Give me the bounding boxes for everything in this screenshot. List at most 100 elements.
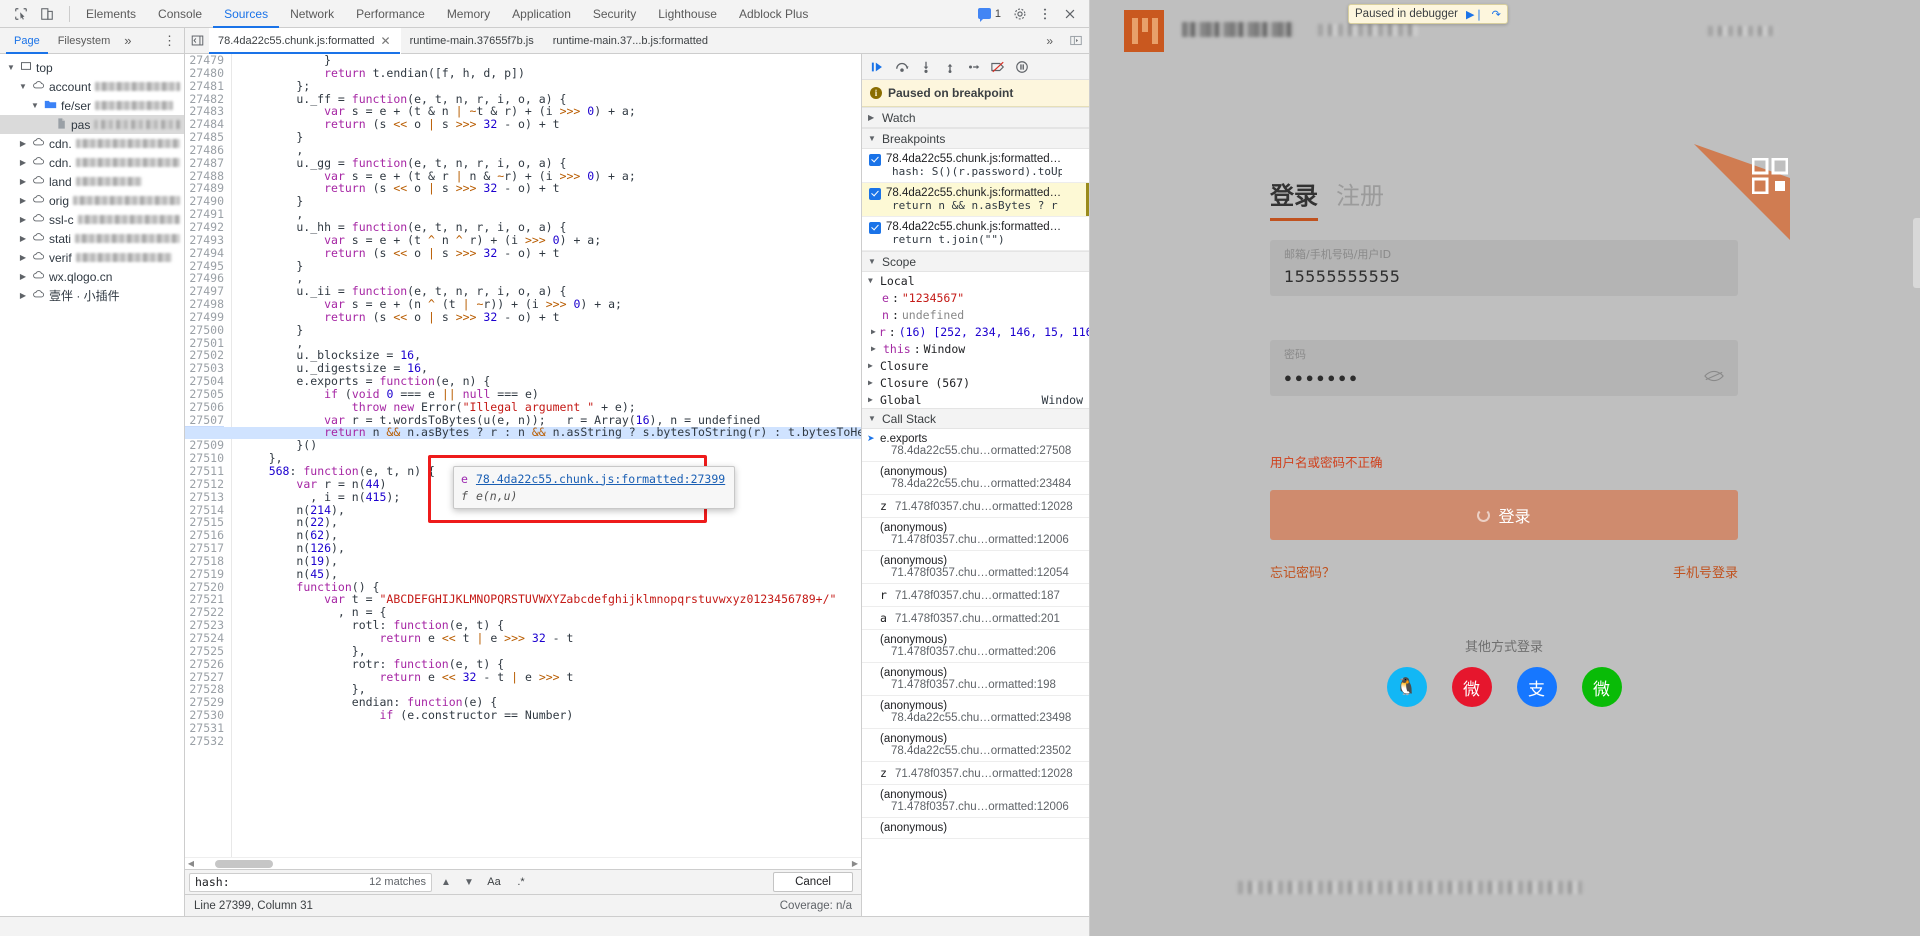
toggle-password-visibility-icon[interactable] — [1704, 370, 1724, 385]
step-out-icon[interactable] — [939, 57, 961, 77]
close-devtools-icon[interactable] — [1059, 4, 1081, 24]
navigator-more-icon[interactable]: » — [120, 33, 135, 48]
tree-item-orig[interactable]: ▶ orig — [0, 191, 184, 210]
scope-entry-e[interactable]: e : "1234567" — [862, 289, 1089, 306]
call-stack-frame[interactable]: (anonymous) 71.478f0357.chu…ormatted:120… — [862, 785, 1089, 818]
code-line[interactable]: , — [241, 144, 861, 157]
tree-item-cdn-1[interactable]: ▶ cdn. — [0, 134, 184, 153]
code-line[interactable]: return (s << o | s >>> 32 - o) + t — [241, 182, 861, 195]
call-stack-frame[interactable]: z 71.478f0357.chu…ormatted:12028 — [862, 495, 1089, 518]
code-line[interactable]: return e << t | e >>> 32 - t — [241, 632, 861, 645]
chevron-right-icon[interactable]: ▶ — [18, 272, 28, 281]
overlay-step-icon[interactable]: ↷ — [1492, 8, 1501, 21]
section-call-stack[interactable]: ▼ Call Stack — [862, 408, 1089, 429]
code-text[interactable]: } return t.endian([f, h, d, p]) }; u._ff… — [232, 54, 861, 857]
code-line[interactable]: return n && n.asBytes ? r : n && n.asStr… — [241, 426, 861, 439]
call-stack-frame[interactable]: (anonymous) 71.478f0357.chu…ormatted:120… — [862, 551, 1089, 584]
code-line[interactable]: } — [241, 195, 861, 208]
navigator-file-tree[interactable]: ▼ top ▼ account ▼ fe/ser ▶ — [0, 54, 185, 916]
message-count-badge[interactable]: 1 — [973, 7, 1006, 22]
social-login-qq[interactable]: 🐧 — [1386, 667, 1427, 707]
chevron-right-icon[interactable]: ▶ — [18, 139, 28, 148]
expand-editor-icon[interactable] — [1063, 28, 1089, 53]
pause-on-exceptions-icon[interactable] — [1011, 57, 1033, 77]
qr-code-icon[interactable] — [1751, 157, 1789, 195]
section-scope[interactable]: ▼ Scope — [862, 251, 1089, 272]
chevron-right-icon[interactable]: ▶ — [871, 327, 876, 336]
scroll-right-arrow-icon[interactable]: ▶ — [849, 859, 861, 868]
chevron-right-icon[interactable]: ▶ — [871, 344, 880, 353]
code-line[interactable]: } — [241, 323, 861, 337]
code-line[interactable] — [241, 735, 861, 748]
chevron-down-icon[interactable]: ▼ — [18, 82, 28, 91]
find-next-icon[interactable]: ▼ — [460, 873, 478, 892]
social-login-wechat[interactable]: 微 — [1581, 667, 1622, 707]
code-line[interactable]: }, — [241, 644, 861, 658]
scroll-left-arrow-icon[interactable]: ◀ — [185, 859, 197, 868]
more-options-kebab-icon[interactable] — [1034, 4, 1056, 24]
close-tab-icon[interactable]: ✕ — [381, 34, 391, 48]
tab-performance[interactable]: Performance — [345, 0, 436, 28]
overlay-resume-icon[interactable]: ▶❘ — [1466, 8, 1484, 21]
call-stack-frame[interactable]: a 71.478f0357.chu…ormatted:201 — [862, 607, 1089, 630]
breakpoint-item[interactable]: 78.4da22c55.chunk.js:formatted:275… retu… — [862, 217, 1089, 251]
file-tab-runtime-main-formatted[interactable]: runtime-main.37...b.js:formatted — [544, 28, 718, 54]
code-line[interactable]: } — [241, 259, 861, 273]
code-line[interactable]: return t.endian([f, h, d, p]) — [241, 66, 861, 80]
code-line[interactable]: }; — [241, 79, 861, 93]
tab-login[interactable]: 登录 — [1270, 176, 1318, 221]
breakpoint-item[interactable]: 78.4da22c55.chunk.js:formatted:27… retur… — [862, 183, 1089, 217]
chevron-right-icon[interactable]: ▶ — [18, 215, 28, 224]
popover-source-link[interactable]: 78.4da22c55.chunk.js:formatted:27399 — [476, 472, 725, 486]
tab-adblock-plus[interactable]: Adblock Plus — [728, 0, 819, 28]
file-tab-chunk-formatted[interactable]: 78.4da22c55.chunk.js:formatted ✕ — [209, 28, 401, 54]
social-login-weibo[interactable]: 微 — [1451, 667, 1492, 707]
tree-item-verif[interactable]: ▶ verif — [0, 248, 184, 267]
breakpoint-checkbox[interactable] — [869, 154, 881, 166]
chevron-right-icon[interactable]: ▶ — [868, 378, 877, 387]
chevron-right-icon[interactable]: ▶ — [18, 158, 28, 167]
account-field-value[interactable]: 15555555555 — [1284, 267, 1724, 286]
call-stack-frame[interactable]: (anonymous) 78.4da22c55.chu…ormatted:235… — [862, 729, 1089, 762]
tab-lighthouse[interactable]: Lighthouse — [647, 0, 728, 28]
forgot-password-link[interactable]: 忘记密码？ — [1270, 562, 1335, 581]
code-editor[interactable]: 27479 27480 27481 27482 27483 27484 27485 27486… — [185, 54, 861, 857]
step-into-icon[interactable] — [915, 57, 937, 77]
call-stack-frame[interactable]: (anonymous) 78.4da22c55.chu…ormatted:234… — [862, 696, 1089, 729]
horizontal-scrollbar[interactable]: ◀ ▶ — [185, 857, 861, 869]
code-line[interactable]: if (e.constructor == Number) — [241, 709, 861, 722]
account-field[interactable]: 邮箱/手机号码/用户ID 15555555555 — [1270, 240, 1738, 296]
debugger-scroll-area[interactable]: i Paused on breakpoint ▶ Watch ▼ Breakpo… — [862, 80, 1089, 916]
chevron-right-icon[interactable]: ▶ — [868, 361, 877, 370]
tab-application[interactable]: Application — [501, 0, 582, 28]
tree-item-fe-ser[interactable]: ▼ fe/ser — [0, 96, 184, 115]
inspect-element-icon[interactable] — [10, 4, 32, 24]
tree-item-selected-file[interactable]: ▶ pas — [0, 115, 184, 134]
tree-item-ssl-c[interactable]: ▶ ssl-c — [0, 210, 184, 229]
chevron-right-icon[interactable]: ▶ — [18, 196, 28, 205]
tree-item-wx-qlogo[interactable]: ▶ wx.qlogo.cn — [0, 267, 184, 286]
section-breakpoints[interactable]: ▼ Breakpoints — [862, 128, 1089, 149]
code-line[interactable] — [241, 722, 861, 735]
cancel-button[interactable]: Cancel — [773, 872, 853, 892]
more-tabs-icon[interactable]: » — [1036, 28, 1063, 53]
call-stack-frame[interactable]: (anonymous) 78.4da22c55.chu…ormatted:234… — [862, 462, 1089, 495]
call-stack-frame[interactable]: z 71.478f0357.chu…ormatted:12028 — [862, 762, 1089, 785]
chevron-right-icon[interactable]: ▶ — [868, 395, 877, 404]
tab-console[interactable]: Console — [147, 0, 213, 28]
step-over-icon[interactable] — [891, 57, 913, 77]
chevron-right-icon[interactable]: ▶ — [18, 291, 28, 300]
find-previous-icon[interactable]: ▲ — [437, 873, 455, 892]
tree-item-plugin[interactable]: ▶ 壹伴 · 小插件 — [0, 286, 184, 305]
chevron-down-icon[interactable]: ▼ — [30, 101, 40, 110]
call-stack-frame[interactable]: (anonymous) — [862, 818, 1089, 839]
tree-item-cdn-2[interactable]: ▶ cdn. — [0, 153, 184, 172]
code-line[interactable]: n(19), — [241, 554, 861, 568]
tree-item-account[interactable]: ▼ account — [0, 77, 184, 96]
tree-item-stati[interactable]: ▶ stati — [0, 229, 184, 248]
tab-register[interactable]: 注册 — [1336, 176, 1384, 221]
scope-group-closure[interactable]: ▶ Closure — [862, 357, 1089, 374]
section-watch[interactable]: ▶ Watch — [862, 107, 1089, 128]
settings-gear-icon[interactable] — [1009, 4, 1031, 24]
value-popover[interactable]: e 78.4da22c55.chunk.js:formatted:27399 f… — [453, 466, 736, 509]
